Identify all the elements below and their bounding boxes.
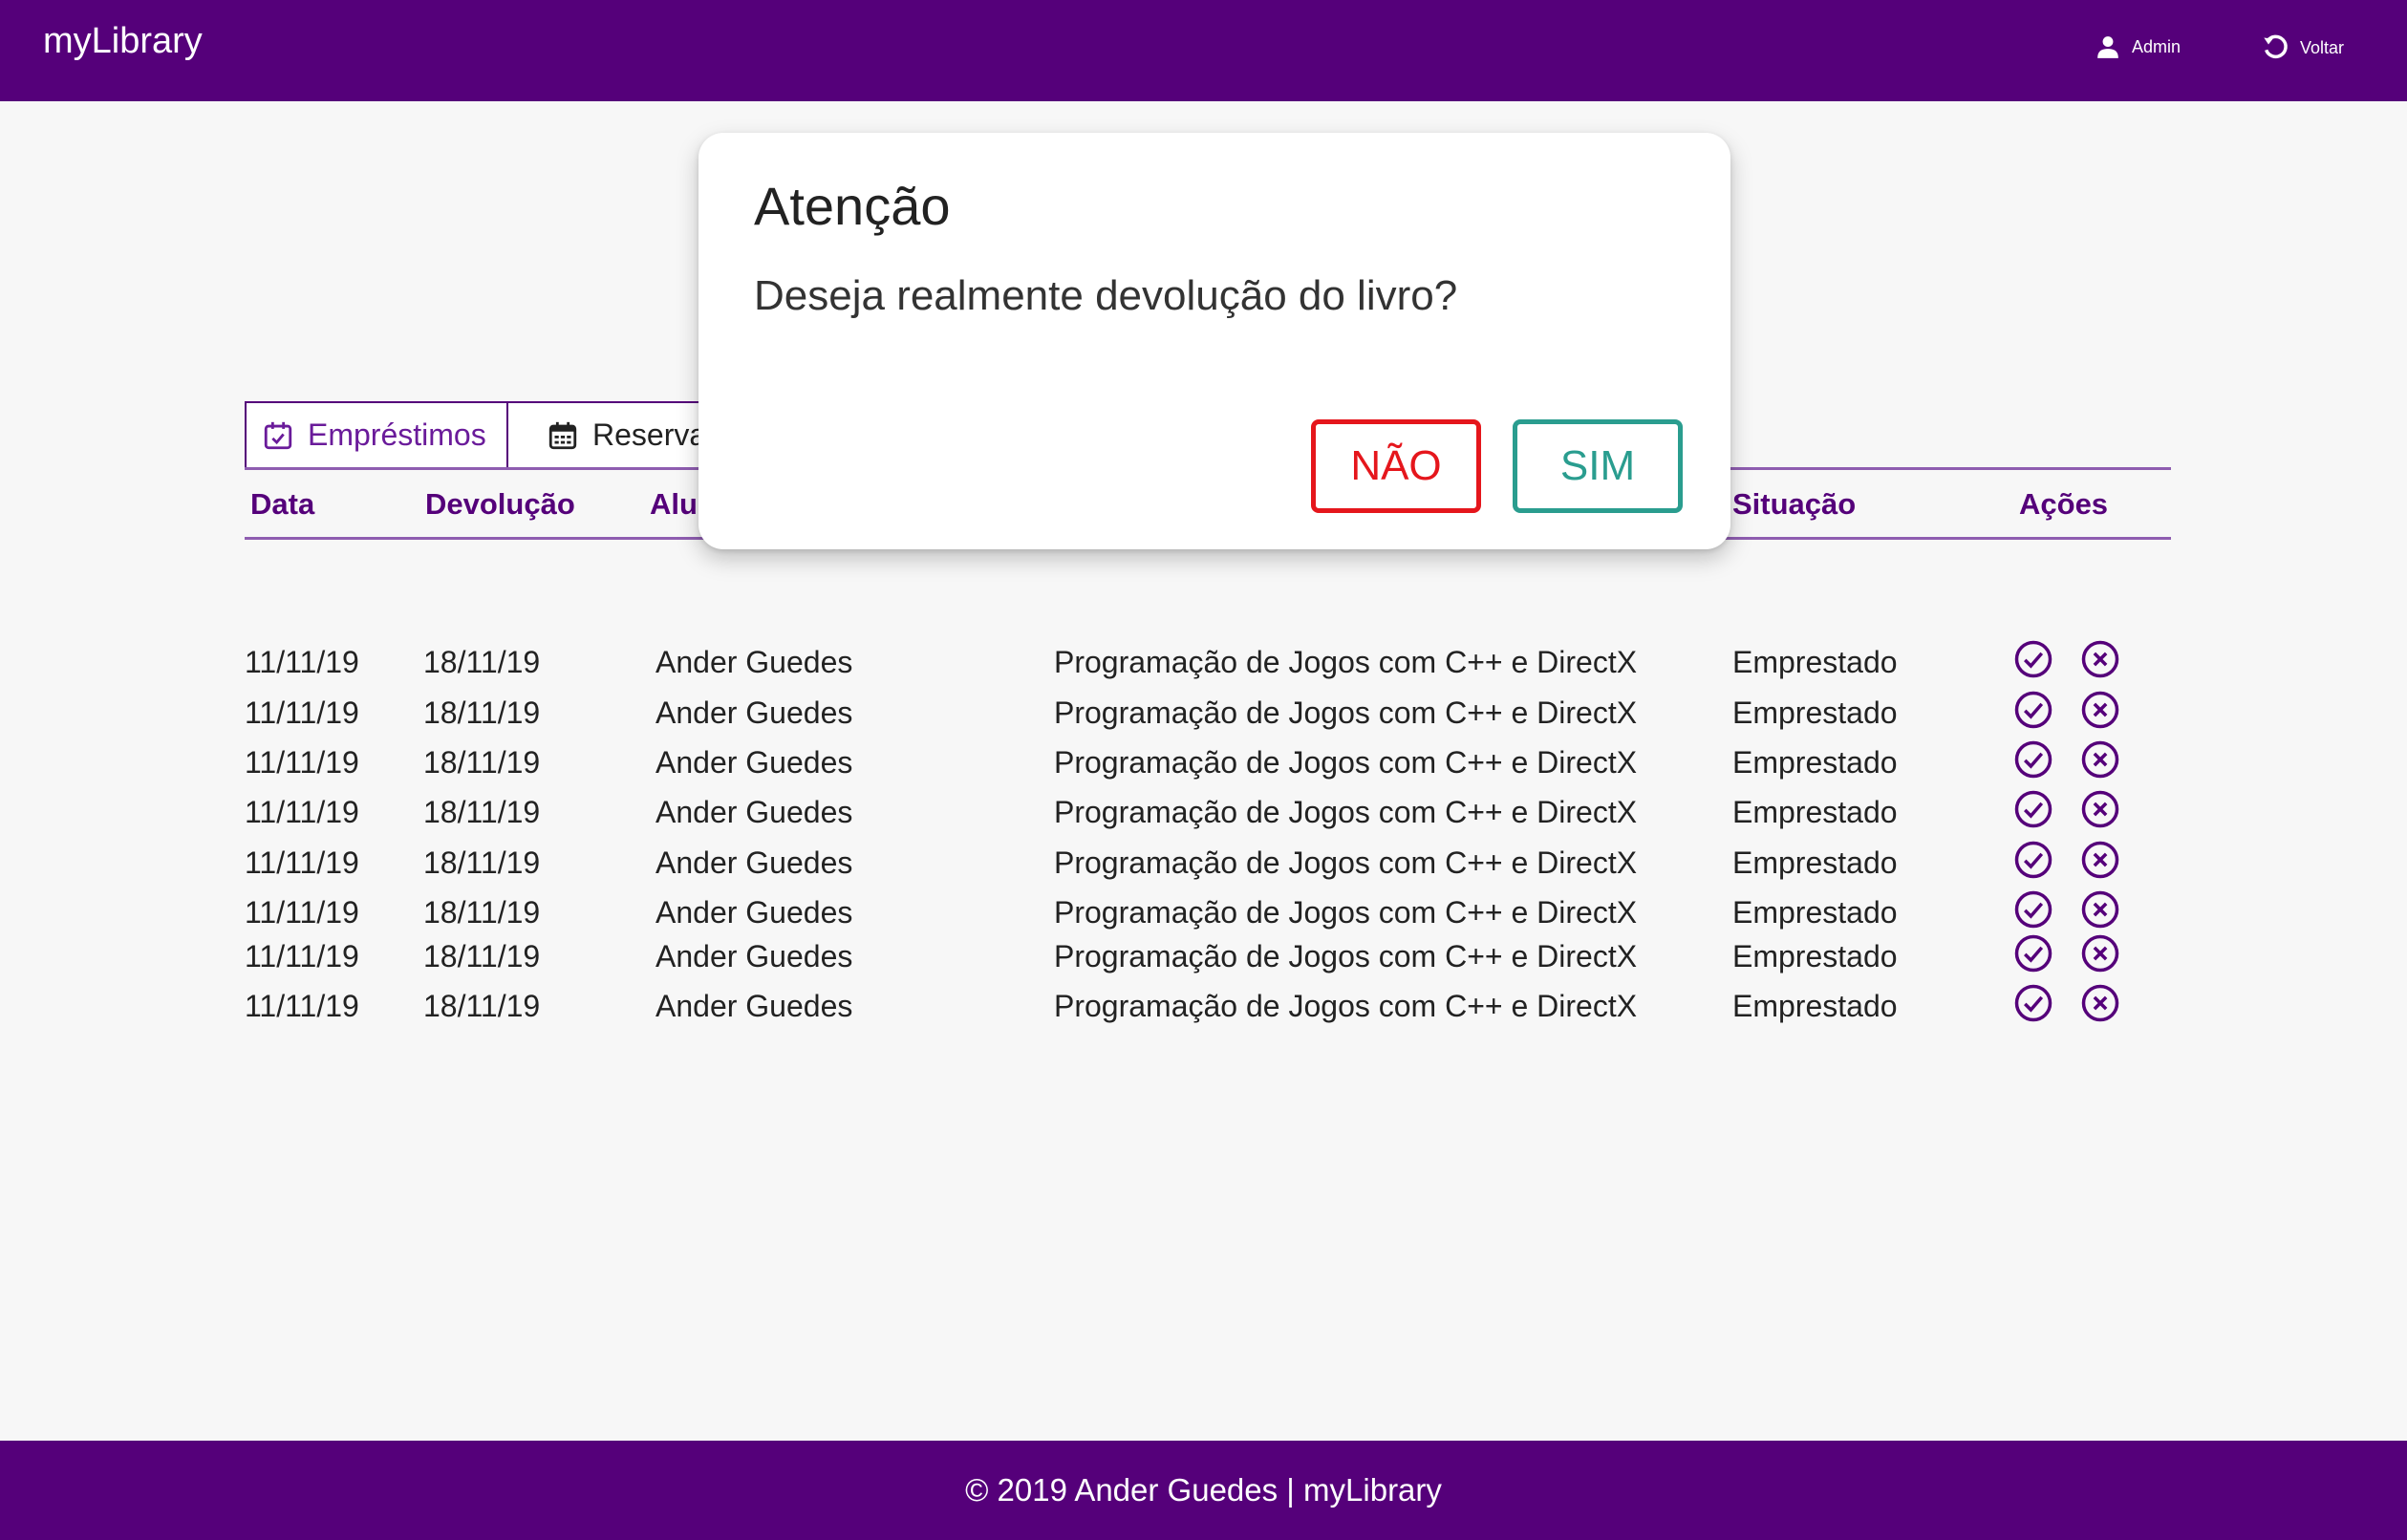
yes-button[interactable]: SIM (1513, 419, 1683, 513)
cell-devolucao: 18/11/19 (423, 895, 541, 930)
user-label: Admin (2132, 36, 2181, 56)
table-row: 11/11/19 18/11/19 Ander Guedes Programaç… (245, 639, 2171, 681)
cell-situacao: Emprestado (1732, 989, 1898, 1023)
table-row: 11/11/19 18/11/19 Ander Guedes Programaç… (245, 983, 2171, 1025)
cell-aluno: Ander Guedes (655, 895, 853, 930)
user-icon (2097, 36, 2118, 58)
column-header-devolucao[interactable]: Devolução (425, 487, 575, 522)
cell-livro: Programação de Jogos com C++ e DirectX (1054, 939, 1638, 973)
column-header-data[interactable]: Data (250, 487, 314, 522)
back-button[interactable]: Voltar (2262, 34, 2344, 61)
cell-devolucao: 18/11/19 (423, 745, 541, 780)
close-circle-icon[interactable] (2080, 690, 2120, 730)
cell-aluno: Ander Guedes (655, 645, 853, 679)
check-circle-icon[interactable] (2013, 639, 2053, 679)
cell-data: 11/11/19 (245, 845, 359, 880)
cell-devolucao: 18/11/19 (423, 845, 541, 880)
cell-aluno: Ander Guedes (655, 939, 853, 973)
confirm-dialog: Atenção Deseja realmente devolução do li… (698, 133, 1730, 549)
cell-situacao: Emprestado (1732, 895, 1898, 930)
cell-livro: Programação de Jogos com C++ e DirectX (1054, 895, 1638, 930)
cell-data: 11/11/19 (245, 989, 359, 1023)
cell-livro: Programação de Jogos com C++ e DirectX (1054, 989, 1638, 1023)
cell-situacao: Emprestado (1732, 645, 1898, 679)
calendar-icon (548, 421, 577, 449)
tab-label: Empréstimos (308, 417, 486, 452)
check-circle-icon[interactable] (2013, 889, 2053, 930)
cell-aluno: Ander Guedes (655, 989, 853, 1023)
cell-livro: Programação de Jogos com C++ e DirectX (1054, 745, 1638, 780)
close-circle-icon[interactable] (2080, 983, 2120, 1023)
table-row: 11/11/19 18/11/19 Ander Guedes Programaç… (245, 690, 2171, 732)
cell-situacao: Emprestado (1732, 695, 1898, 730)
close-circle-icon[interactable] (2080, 933, 2120, 973)
close-circle-icon[interactable] (2080, 639, 2120, 679)
close-circle-icon[interactable] (2080, 789, 2120, 829)
app-brand[interactable]: myLibrary (43, 21, 203, 62)
row-actions (2013, 840, 2120, 880)
close-circle-icon[interactable] (2080, 889, 2120, 930)
check-circle-icon[interactable] (2013, 690, 2053, 730)
column-header-acoes[interactable]: Ações (2019, 487, 2108, 522)
column-header-aluno[interactable]: Alu (650, 487, 698, 522)
table-row: 11/11/19 18/11/19 Ander Guedes Programaç… (245, 933, 2171, 975)
cell-data: 11/11/19 (245, 695, 359, 730)
cell-devolucao: 18/11/19 (423, 939, 541, 973)
close-circle-icon[interactable] (2080, 840, 2120, 880)
dialog-message: Deseja realmente devolução do livro? (754, 272, 1458, 319)
cell-situacao: Emprestado (1732, 795, 1898, 829)
column-header-situacao[interactable]: Situação (1732, 487, 1856, 522)
row-actions (2013, 983, 2120, 1023)
cell-livro: Programação de Jogos com C++ e DirectX (1054, 645, 1638, 679)
undo-icon (2264, 34, 2288, 59)
no-button[interactable]: NÃO (1311, 419, 1481, 513)
cell-data: 11/11/19 (245, 939, 359, 973)
cell-data: 11/11/19 (245, 645, 359, 679)
cell-devolucao: 18/11/19 (423, 645, 541, 679)
row-actions (2013, 639, 2120, 679)
check-circle-icon[interactable] (2013, 840, 2053, 880)
table-row: 11/11/19 18/11/19 Ander Guedes Programaç… (245, 840, 2171, 882)
row-actions (2013, 739, 2120, 780)
footer: © 2019 Ander Guedes | myLibrary (0, 1441, 2407, 1540)
check-circle-icon[interactable] (2013, 789, 2053, 829)
cell-situacao: Emprestado (1732, 745, 1898, 780)
cell-livro: Programação de Jogos com C++ e DirectX (1054, 845, 1638, 880)
cell-devolucao: 18/11/19 (423, 989, 541, 1023)
table-row: 11/11/19 18/11/19 Ander Guedes Programaç… (245, 889, 2171, 931)
cell-situacao: Emprestado (1732, 939, 1898, 973)
calendar-check-icon (264, 421, 292, 449)
cell-data: 11/11/19 (245, 745, 359, 780)
user-menu-button[interactable]: Admin (2095, 34, 2181, 59)
footer-text: © 2019 Ander Guedes | myLibrary (965, 1472, 1442, 1508)
tab-label: Reserva (592, 417, 707, 452)
back-label: Voltar (2300, 37, 2345, 57)
cell-situacao: Emprestado (1732, 845, 1898, 880)
cell-data: 11/11/19 (245, 895, 359, 930)
cell-data: 11/11/19 (245, 795, 359, 829)
cell-aluno: Ander Guedes (655, 695, 853, 730)
close-circle-icon[interactable] (2080, 739, 2120, 780)
check-circle-icon[interactable] (2013, 933, 2053, 973)
check-circle-icon[interactable] (2013, 739, 2053, 780)
tab-emprestimos[interactable]: Empréstimos (245, 401, 508, 469)
cell-devolucao: 18/11/19 (423, 695, 541, 730)
top-app-bar: myLibrary Admin Voltar (0, 0, 2407, 101)
table-row: 11/11/19 18/11/19 Ander Guedes Programaç… (245, 789, 2171, 831)
cell-aluno: Ander Guedes (655, 795, 853, 829)
check-circle-icon[interactable] (2013, 983, 2053, 1023)
cell-aluno: Ander Guedes (655, 845, 853, 880)
table-row: 11/11/19 18/11/19 Ander Guedes Programaç… (245, 739, 2171, 781)
row-actions (2013, 690, 2120, 730)
cell-devolucao: 18/11/19 (423, 795, 541, 829)
row-actions (2013, 789, 2120, 829)
cell-livro: Programação de Jogos com C++ e DirectX (1054, 795, 1638, 829)
cell-livro: Programação de Jogos com C++ e DirectX (1054, 695, 1638, 730)
row-actions (2013, 933, 2120, 973)
tab-bar: Empréstimos Reserva (245, 401, 738, 469)
row-actions (2013, 889, 2120, 930)
dialog-title: Atenção (754, 176, 951, 236)
cell-aluno: Ander Guedes (655, 745, 853, 780)
